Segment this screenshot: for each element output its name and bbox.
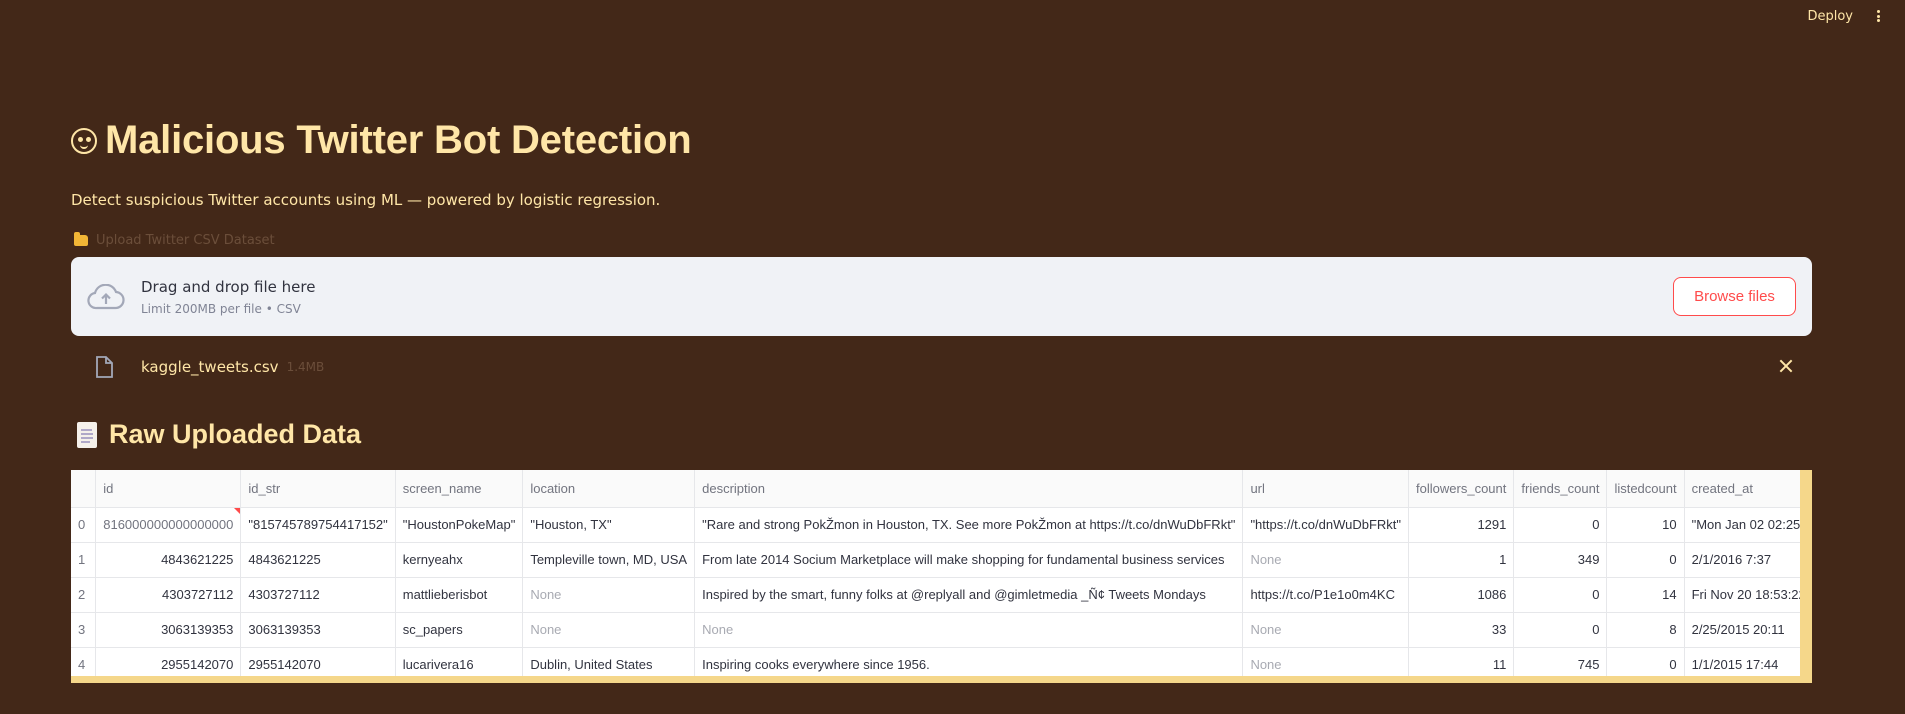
section-title: Raw Uploaded Data (77, 419, 361, 450)
table-cell[interactable]: 1/1/2015 17:44 (1684, 647, 1800, 676)
table-cell[interactable]: Inspiring cooks everywhere since 1956. (694, 647, 1244, 676)
table-cell[interactable]: Fri Nov 20 18:53:22 +0000 2015 (1684, 577, 1800, 613)
column-header[interactable] (71, 470, 97, 508)
table-row[interactable]: 0 816000000000000000 "815745789754417152… (71, 507, 1800, 543)
column-header[interactable]: url (1242, 470, 1410, 508)
table-cell[interactable]: 4303727112 (240, 577, 396, 613)
table-cell[interactable]: 0 (1513, 507, 1608, 543)
uploader-label-text: Upload Twitter CSV Dataset (96, 233, 275, 248)
table-cell[interactable]: 745 (1513, 647, 1608, 676)
drop-instruction: Drag and drop file here (141, 277, 316, 296)
column-header[interactable]: location (522, 470, 696, 508)
table-cell[interactable]: Inspired by the smart, funny folks at @r… (694, 577, 1244, 613)
column-header[interactable]: created_at (1684, 470, 1800, 508)
table-cell[interactable]: 0 (1513, 577, 1608, 613)
table-cell[interactable]: "Rare and strong PokŽmon in Houston, TX.… (694, 507, 1244, 543)
table-row[interactable]: 3 3063139353 3063139353 sc_papers None N… (71, 612, 1800, 648)
file-icon (96, 356, 113, 378)
table-cell[interactable]: "Mon Jan 02 02:25:26 +0000 2017" (1684, 507, 1800, 543)
table-cell[interactable]: 4303727112 (95, 577, 242, 613)
table-cell[interactable]: 1086 (1408, 577, 1515, 613)
table-cell[interactable]: None (1242, 612, 1410, 648)
row-index: 2 (71, 577, 97, 613)
table-cell[interactable]: mattlieberisbot (395, 577, 524, 613)
table-cell[interactable]: 1291 (1408, 507, 1515, 543)
table-cell[interactable]: 1 (1408, 542, 1515, 578)
table-cell[interactable]: "Houston, TX" (522, 507, 696, 543)
data-table[interactable]: id id_str screen_name location descripti… (71, 470, 1812, 683)
table-row[interactable]: 1 4843621225 4843621225 kernyeahx Temple… (71, 542, 1800, 578)
column-header[interactable]: screen_name (395, 470, 524, 508)
file-dropzone[interactable]: Drag and drop file here Limit 200MB per … (71, 257, 1812, 336)
table-cell[interactable]: 0 (1513, 612, 1608, 648)
deploy-button[interactable]: Deploy (1807, 9, 1853, 24)
table-cell[interactable]: kernyeahx (395, 542, 524, 578)
table-cell[interactable]: 3063139353 (240, 612, 396, 648)
table-cell[interactable]: 11 (1408, 647, 1515, 676)
table-cell[interactable]: 816000000000000000 (95, 507, 242, 543)
table-cell[interactable]: 349 (1513, 542, 1608, 578)
table-cell[interactable]: From late 2014 Socium Marketplace will m… (694, 542, 1244, 578)
table-cell[interactable]: "815745789754417152" (240, 507, 396, 543)
column-header[interactable]: id_str (240, 470, 396, 508)
uploaded-file-name: kaggle_tweets.csv (141, 358, 279, 376)
top-toolbar: Deploy (1807, 0, 1905, 32)
cloud-upload-icon (87, 283, 125, 309)
table-cell[interactable]: 8 (1606, 612, 1685, 648)
row-index: 4 (71, 647, 97, 676)
column-header[interactable]: followers_count (1408, 470, 1515, 508)
table-cell[interactable]: "HoustonPokeMap" (395, 507, 524, 543)
browse-files-button[interactable]: Browse files (1673, 277, 1796, 316)
table-row[interactable]: 4 2955142070 2955142070 lucarivera16 Dub… (71, 647, 1800, 676)
folder-icon (74, 232, 88, 246)
page-subtitle: Detect suspicious Twitter accounts using… (71, 191, 661, 209)
table-cell[interactable]: 3063139353 (95, 612, 242, 648)
table-cell[interactable]: 0 (1606, 647, 1685, 676)
table-cell[interactable]: 2955142070 (95, 647, 242, 676)
table-cell[interactable]: "https://t.co/dnWuDbFRkt" (1242, 507, 1410, 543)
row-index: 0 (71, 507, 97, 543)
remove-file-icon[interactable] (1778, 358, 1794, 374)
table-cell[interactable]: 2/1/2016 7:37 (1684, 542, 1800, 578)
column-header[interactable]: friends_count (1513, 470, 1608, 508)
dropzone-text: Drag and drop file here Limit 200MB per … (141, 278, 315, 316)
table-cell[interactable]: lucarivera16 (395, 647, 524, 676)
table-cell[interactable]: sc_papers (395, 612, 524, 648)
section-title-text: Raw Uploaded Data (109, 419, 362, 449)
smiley-icon (71, 127, 97, 154)
table-cell[interactable]: None (1242, 542, 1410, 578)
table-cell[interactable]: 0 (1606, 542, 1685, 578)
uploader-label: Upload Twitter CSV Dataset (74, 232, 275, 248)
table-cell[interactable]: 14 (1606, 577, 1685, 613)
page-title: Malicious Twitter Bot Detection (71, 118, 692, 163)
row-index: 3 (71, 612, 97, 648)
table-cell[interactable]: Templeville town, MD, USA (522, 542, 696, 578)
column-header[interactable]: listedcount (1606, 470, 1685, 508)
table-cell[interactable]: Dublin, United States (522, 647, 696, 676)
table-cell[interactable]: 4843621225 (95, 542, 242, 578)
table-cell[interactable]: None (1242, 647, 1410, 676)
table-cell[interactable]: 33 (1408, 612, 1515, 648)
page-title-text: Malicious Twitter Bot Detection (105, 118, 692, 162)
table-cell[interactable]: None (694, 612, 1244, 648)
row-index: 1 (71, 542, 97, 578)
main-menu-icon[interactable] (1871, 8, 1885, 24)
table-header-row: id id_str screen_name location descripti… (71, 470, 1800, 508)
document-icon (77, 421, 97, 448)
table-cell[interactable]: 2955142070 (240, 647, 396, 676)
uploaded-file-row: kaggle_tweets.csv 1.4MB (71, 352, 1812, 382)
table-cell[interactable]: 2/25/2015 20:11 (1684, 612, 1800, 648)
file-limit-text: Limit 200MB per file • CSV (141, 301, 301, 316)
column-header[interactable]: description (694, 470, 1244, 508)
table-row[interactable]: 2 4303727112 4303727112 mattlieberisbot … (71, 577, 1800, 613)
table-cell[interactable]: https://t.co/P1e1o0m4KC (1242, 577, 1410, 613)
table-cell[interactable]: 4843621225 (240, 542, 396, 578)
table-cell[interactable]: 10 (1606, 507, 1685, 543)
uploaded-file-size: 1.4MB (286, 360, 325, 374)
table-cell[interactable]: None (522, 612, 696, 648)
column-header[interactable]: id (95, 470, 242, 508)
table-cell[interactable]: None (522, 577, 696, 613)
